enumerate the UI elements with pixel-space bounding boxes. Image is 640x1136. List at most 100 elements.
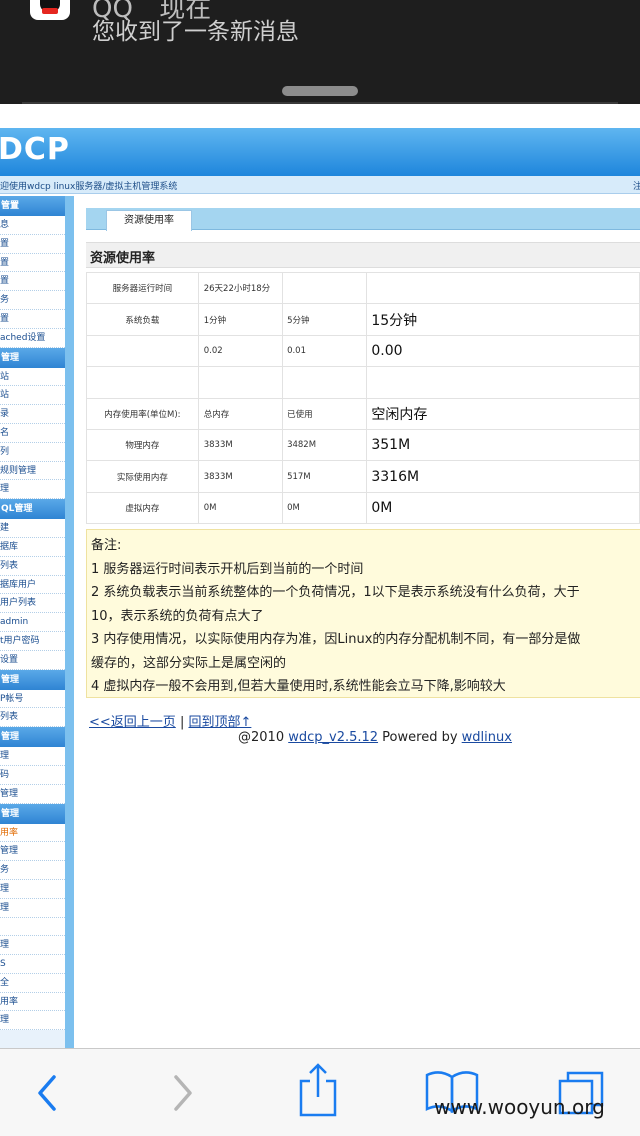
- sidebar-item[interactable]: 列表: [0, 708, 65, 728]
- main-content: 资源使用率 资源使用率 服务器运行时间 26天22小时18分 系统负载 1分钟 5分钟 1…: [74, 196, 640, 1048]
- link-separator: |: [179, 715, 185, 730]
- table-cell: 1分钟: [197, 303, 284, 336]
- table-cell: 0.02: [197, 334, 284, 368]
- nav-links: <<返回上一页 | 回到顶部↑: [89, 711, 251, 730]
- share-button[interactable]: [278, 1049, 358, 1136]
- sidebar-item[interactable]: S: [0, 955, 65, 974]
- sidebar-item[interactable]: 用率: [0, 823, 65, 843]
- sidebar-item[interactable]: 管理: [0, 842, 65, 862]
- tabs-button[interactable]: [546, 1049, 626, 1136]
- table-cell: [366, 366, 640, 399]
- welcome-text: 迎使用wdcp linux服务器/虚拟主机管理系统: [0, 182, 178, 192]
- sidebar-group-header[interactable]: 管理: [0, 803, 65, 824]
- table-cell: 内存使用率(单位M):: [86, 397, 199, 430]
- note-line: 缓存的，这部分实际上是属空闲的: [91, 655, 287, 671]
- table-cell: 517M: [282, 460, 368, 493]
- brand-link[interactable]: wdlinux: [462, 730, 512, 745]
- sidebar-item[interactable]: 置: [0, 253, 65, 273]
- sidebar-item[interactable]: 建: [0, 519, 65, 538]
- sidebar-group-header[interactable]: 管理: [0, 347, 65, 368]
- sidebar-item[interactable]: 理: [0, 747, 65, 766]
- sidebar-item[interactable]: 站: [0, 367, 65, 387]
- sidebar-item[interactable]: 用率: [0, 992, 65, 1012]
- sidebar-item[interactable]: 理: [0, 1011, 65, 1031]
- table-row: 虚拟内存 0M 0M 0M: [86, 491, 640, 525]
- sidebar-item[interactable]: 理: [0, 879, 65, 899]
- sidebar-item[interactable]: 用户列表: [0, 594, 65, 614]
- sidebar-item[interactable]: 据库用户: [0, 575, 65, 595]
- table-row: [86, 366, 640, 399]
- table-cell: 0.00: [366, 334, 640, 368]
- note-line: 10，表示系统的负荷有点大了: [91, 608, 264, 624]
- table-cell: 0M: [197, 491, 284, 525]
- sidebar-item[interactable]: 全: [0, 973, 65, 993]
- table-cell: 系统负载: [86, 303, 199, 336]
- table-cell: [86, 334, 199, 368]
- sidebar-item[interactable]: t用户密码: [0, 631, 65, 651]
- sidebar-item[interactable]: 务: [0, 861, 65, 880]
- welcome-bar: 迎使用wdcp linux服务器/虚拟主机管理系统 注: [0, 176, 640, 194]
- table-cell: 总内存: [197, 397, 284, 430]
- table-cell: [366, 271, 640, 305]
- sidebar-item[interactable]: 码: [0, 765, 65, 785]
- sidebar-item[interactable]: 规则管理: [0, 461, 65, 481]
- sidebar-item[interactable]: admin: [0, 613, 65, 632]
- sidebar-item[interactable]: 录: [0, 405, 65, 424]
- site-header: DCP: [0, 128, 640, 176]
- sidebar-item[interactable]: 列: [0, 442, 65, 462]
- table-row: 服务器运行时间 26天22小时18分: [86, 271, 640, 305]
- sidebar-item[interactable]: 息: [0, 216, 65, 235]
- table-cell: 物理内存: [86, 428, 199, 462]
- table-cell: 0M: [366, 491, 640, 525]
- watermark: www.wooyun.org: [434, 1095, 605, 1119]
- sidebar-item[interactable]: 务: [0, 291, 65, 310]
- table-row: 系统负载 1分钟 5分钟 15分钟: [86, 303, 640, 336]
- sidebar-item[interactable]: P帐号: [0, 689, 65, 709]
- back-icon: [38, 1075, 56, 1111]
- bookmarks-button[interactable]: [412, 1049, 492, 1136]
- tab-bar: 资源使用率: [86, 208, 640, 231]
- sidebar-item[interactable]: 理: [0, 936, 65, 956]
- table-cell: 3482M: [282, 428, 368, 462]
- table-row: 0.02 0.01 0.00: [86, 334, 640, 368]
- site-logo: DCP: [0, 132, 70, 167]
- sidebar-item[interactable]: 置: [0, 309, 65, 329]
- sidebar-group-header[interactable]: QL管理: [0, 499, 65, 520]
- logout-link[interactable]: 注: [633, 179, 640, 192]
- sidebar-item[interactable]: 理: [0, 898, 65, 918]
- sidebar-item[interactable]: 管理: [0, 784, 65, 804]
- notes-box: 备注: 1 服务器运行时间表示开机后到当前的一个时间 2 系统负载表示当前系统整体的…: [86, 529, 640, 698]
- sidebar-menu: 管置息置置置务置 ached设置 管理站站录名列规则管理理 QL管理建据库 列表 据库用户…: [0, 196, 74, 1048]
- bookmarks-icon: [425, 1071, 479, 1114]
- sidebar-item[interactable]: ached设置: [0, 328, 65, 348]
- sidebar-item[interactable]: 据库: [0, 537, 65, 557]
- notification-banner[interactable]: QQ 现在 您收到了一条新消息: [0, 0, 640, 104]
- sidebar-item[interactable]: 设置: [0, 650, 65, 670]
- back-to-top-link[interactable]: 回到顶部↑: [188, 715, 251, 730]
- sidebar-item[interactable]: 置: [0, 272, 65, 292]
- table-row: 内存使用率(单位M): 总内存 已使用 空闲内存: [86, 397, 640, 430]
- note-line: 2 系统负载表示当前系统整体的一个负荷情况，1以下是表示系统没有什么负荷，大于: [91, 585, 580, 600]
- qq-penguin-icon: [30, 0, 70, 20]
- sidebar-item[interactable]: 名: [0, 423, 65, 443]
- divider: [22, 102, 618, 104]
- sidebar-item[interactable]: 置: [0, 234, 65, 254]
- back-link[interactable]: <<返回上一页: [89, 715, 176, 730]
- sidebar-item[interactable]: 理: [0, 480, 65, 500]
- panel-title: 资源使用率: [90, 251, 156, 266]
- sidebar-group-header[interactable]: 管置: [0, 196, 65, 216]
- forward-icon: [174, 1075, 192, 1111]
- back-button[interactable]: [4, 1049, 84, 1136]
- sidebar-item[interactable]: [0, 917, 65, 937]
- table-cell: 26天22小时18分: [197, 271, 284, 305]
- forward-button[interactable]: [144, 1049, 224, 1136]
- table-cell: 351M: [366, 428, 640, 462]
- tab-resource-usage[interactable]: 资源使用率: [106, 210, 192, 231]
- notification-drag-handle[interactable]: [282, 86, 358, 96]
- sidebar-item[interactable]: 站: [0, 386, 65, 406]
- sidebar-group-header[interactable]: 管理: [0, 727, 65, 748]
- share-icon: [299, 1063, 337, 1117]
- sidebar-item[interactable]: 列表: [0, 556, 65, 576]
- version-link[interactable]: wdcp_v2.5.12: [288, 730, 378, 745]
- sidebar-group-header[interactable]: 管理: [0, 669, 65, 690]
